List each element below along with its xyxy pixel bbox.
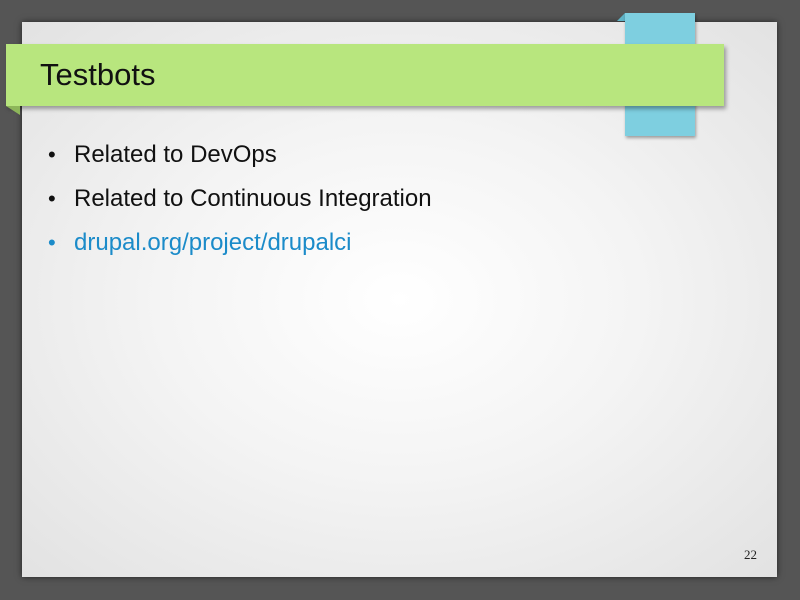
- accent-tab-fold: [617, 13, 625, 21]
- bullet-item-drupalci-link: • drupal.org/project/drupalci: [48, 228, 432, 258]
- bullet-item-devops: • Related to DevOps: [48, 140, 432, 170]
- drupalci-link[interactable]: drupal.org/project/drupalci: [74, 229, 352, 256]
- bullet-dot-icon: •: [48, 142, 56, 167]
- bullet-text: Related to Continuous Integration: [74, 185, 432, 212]
- page-number: 22: [744, 547, 757, 562]
- bullet-dot-icon: •: [48, 230, 56, 255]
- bullet-dot-icon: •: [48, 186, 56, 211]
- title-bar-fold: [6, 106, 20, 115]
- bullet-text: Related to DevOps: [74, 141, 277, 168]
- bullet-item-ci: • Related to Continuous Integration: [48, 184, 432, 214]
- bullet-list: • Related to DevOps • Related to Continu…: [48, 140, 432, 272]
- slide-title: Testbots: [40, 57, 156, 92]
